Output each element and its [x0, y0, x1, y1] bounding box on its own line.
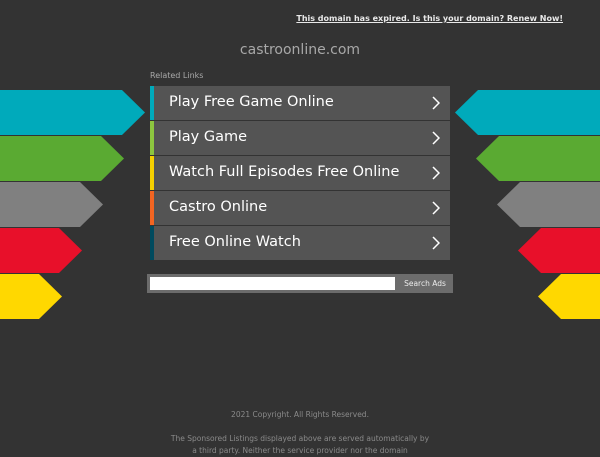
decorative-arrow-right-2 — [476, 136, 600, 181]
chevron-right-icon — [432, 201, 440, 215]
link-accent-stripe — [150, 226, 154, 260]
link-label: Play Game — [169, 129, 248, 145]
related-links-list: Play Free Game Online Play Game Watch Fu… — [150, 86, 450, 261]
sponsored-listings-disclaimer: The Sponsored Listings displayed above a… — [170, 434, 430, 455]
related-link-castro-online[interactable]: Castro Online — [150, 191, 450, 225]
related-link-play-free-game-online[interactable]: Play Free Game Online — [150, 86, 450, 120]
decorative-arrow-left-3 — [0, 182, 103, 227]
chevron-right-icon — [432, 96, 440, 110]
decorative-arrow-right-5 — [538, 274, 600, 319]
link-accent-stripe — [150, 86, 154, 120]
related-link-play-game[interactable]: Play Game — [150, 121, 450, 155]
link-label: Watch Full Episodes Free Online — [169, 164, 400, 180]
decorative-arrow-right-3 — [497, 182, 600, 227]
search-input[interactable] — [150, 277, 395, 290]
link-accent-stripe — [150, 156, 154, 190]
expired-domain-notice-link[interactable]: This domain has expired. Is this your do… — [296, 14, 563, 23]
link-label: Castro Online — [169, 199, 268, 215]
link-accent-stripe — [150, 191, 154, 225]
decorative-arrow-left-5 — [0, 274, 62, 319]
decorative-arrow-right-4 — [518, 228, 600, 273]
chevron-right-icon — [432, 131, 440, 145]
related-link-watch-full-episodes[interactable]: Watch Full Episodes Free Online — [150, 156, 450, 190]
domain-title: castroonline.com — [239, 42, 361, 58]
chevron-right-icon — [432, 236, 440, 250]
related-link-free-online-watch[interactable]: Free Online Watch — [150, 226, 450, 260]
search-ads-bar: Search Ads — [147, 274, 453, 293]
decorative-arrow-left-2 — [0, 136, 124, 181]
decorative-arrow-left-4 — [0, 228, 82, 273]
decorative-arrow-left-1 — [0, 90, 145, 135]
search-ads-button[interactable]: Search Ads — [398, 275, 452, 292]
decorative-arrow-right-1 — [455, 90, 600, 135]
related-links-heading: Related Links — [150, 71, 204, 80]
chevron-right-icon — [432, 166, 440, 180]
copyright-text: 2021 Copyright. All Rights Reserved. — [231, 410, 369, 419]
link-accent-stripe — [150, 121, 154, 155]
link-label: Play Free Game Online — [169, 94, 334, 110]
link-label: Free Online Watch — [169, 234, 301, 250]
